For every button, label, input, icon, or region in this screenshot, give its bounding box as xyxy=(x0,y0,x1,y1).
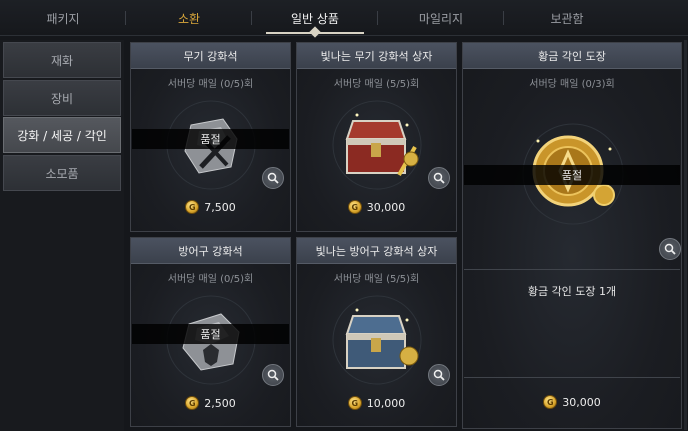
magnifier-icon xyxy=(267,369,279,381)
sold-out-banner: 품절 xyxy=(132,129,289,149)
tab-mileage-label: 마일리지 xyxy=(418,11,464,26)
magnify-button[interactable] xyxy=(659,238,681,260)
tab-summon[interactable]: 소환 xyxy=(126,0,252,36)
price-value: 10,000 xyxy=(366,396,406,410)
sidebar-item-label: 소모품 xyxy=(45,166,79,181)
purchase-limit: 서버당 매일 (5/5)회 xyxy=(333,274,420,285)
active-tab-indicator xyxy=(266,32,364,34)
sold-out-banner: 품절 xyxy=(464,165,680,185)
product-title: 방어구 강화석 xyxy=(131,238,290,264)
sidebar-item-enhance-engrave[interactable]: 강화 / 세공 / 각인 xyxy=(3,117,121,153)
price-row: G 2,500 xyxy=(131,396,290,410)
top-tab-bar: 패키지 소환 일반 상품 마일리지 보관함 xyxy=(0,0,688,36)
category-sidebar: 재화 장비 강화 / 세공 / 각인 소모품 xyxy=(0,40,124,431)
product-title: 무기 강화석 xyxy=(131,43,290,69)
magnify-button[interactable] xyxy=(262,167,284,189)
sidebar-item-label: 재화 xyxy=(50,53,74,68)
product-card-armor-stone[interactable]: 방어구 강화석 서버당 매일 (0/5)회 품절 G 2,500 xyxy=(130,237,291,427)
product-card-golden-seal[interactable]: 황금 각인 도장 서버당 매일 (0/3)회 품절 황금 각인 도장 1개 G … xyxy=(462,42,682,429)
tab-storage-label: 보관함 xyxy=(550,11,584,26)
gold-coin-icon: G xyxy=(185,200,200,214)
sidebar-item-consumables[interactable]: 소모품 xyxy=(3,155,121,191)
product-card-shining-weapon-box[interactable]: 빛나는 무기 강화석 상자 서버당 매일 (5/5)회 G 30,000 xyxy=(296,42,457,232)
tab-summon-label: 소환 xyxy=(177,11,201,26)
sidebar-item-currency[interactable]: 재화 xyxy=(3,42,121,78)
tab-package-label: 패키지 xyxy=(46,11,80,26)
tab-package[interactable]: 패키지 xyxy=(0,0,126,36)
price-row: G 10,000 xyxy=(297,396,456,410)
scrollbar[interactable] xyxy=(684,40,687,430)
sold-out-banner: 품절 xyxy=(132,324,289,344)
product-title: 황금 각인 도장 xyxy=(463,43,681,69)
magnifier-icon xyxy=(433,369,445,381)
magnifier-icon xyxy=(664,243,676,255)
gold-coin-icon: G xyxy=(347,200,362,214)
shining-weapon-stone-box-icon xyxy=(332,100,421,190)
magnifier-icon xyxy=(267,172,279,184)
magnify-button[interactable] xyxy=(262,364,284,386)
price-value: 30,000 xyxy=(562,395,601,409)
gold-coin-icon: G xyxy=(543,395,558,409)
detail-divider xyxy=(464,269,680,270)
magnify-button[interactable] xyxy=(428,167,450,189)
detail-item-title: 황금 각인 도장 1개 xyxy=(527,285,617,298)
purchase-limit: 서버당 매일 (0/5)회 xyxy=(167,274,254,285)
purchase-limit: 서버당 매일 (0/3)회 xyxy=(529,79,615,90)
tab-mileage[interactable]: 마일리지 xyxy=(378,0,504,36)
price-row: G 30,000 xyxy=(297,200,456,214)
price-row: G 30,000 xyxy=(463,395,681,409)
tab-general-goods-label: 일반 상품 xyxy=(291,11,339,26)
price-value: 2,500 xyxy=(204,396,236,410)
sidebar-item-label: 강화 / 세공 / 각인 xyxy=(17,128,107,143)
price-value: 7,500 xyxy=(204,200,236,214)
product-title: 빛나는 방어구 강화석 상자 xyxy=(297,238,456,264)
purchase-limit: 서버당 매일 (0/5)회 xyxy=(167,79,254,90)
tab-storage[interactable]: 보관함 xyxy=(504,0,630,36)
price-row: G 7,500 xyxy=(131,200,290,214)
purchase-limit: 서버당 매일 (5/5)회 xyxy=(333,79,420,90)
price-value: 30,000 xyxy=(366,200,406,214)
gold-coin-icon: G xyxy=(185,396,200,410)
shining-armor-stone-box-icon xyxy=(332,295,421,385)
product-card-weapon-stone[interactable]: 무기 강화석 서버당 매일 (0/5)회 품절 G 7,500 xyxy=(130,42,291,232)
product-title: 빛나는 무기 강화석 상자 xyxy=(297,43,456,69)
sidebar-item-equipment[interactable]: 장비 xyxy=(3,80,121,116)
tab-general-goods[interactable]: 일반 상품 xyxy=(252,0,378,36)
magnifier-icon xyxy=(433,172,445,184)
gold-coin-icon: G xyxy=(347,396,362,410)
magnify-button[interactable] xyxy=(428,364,450,386)
price-divider xyxy=(464,377,680,378)
sidebar-item-label: 장비 xyxy=(50,91,74,106)
product-card-shining-armor-box[interactable]: 빛나는 방어구 강화석 상자 서버당 매일 (5/5)회 G 10,000 xyxy=(296,237,457,427)
